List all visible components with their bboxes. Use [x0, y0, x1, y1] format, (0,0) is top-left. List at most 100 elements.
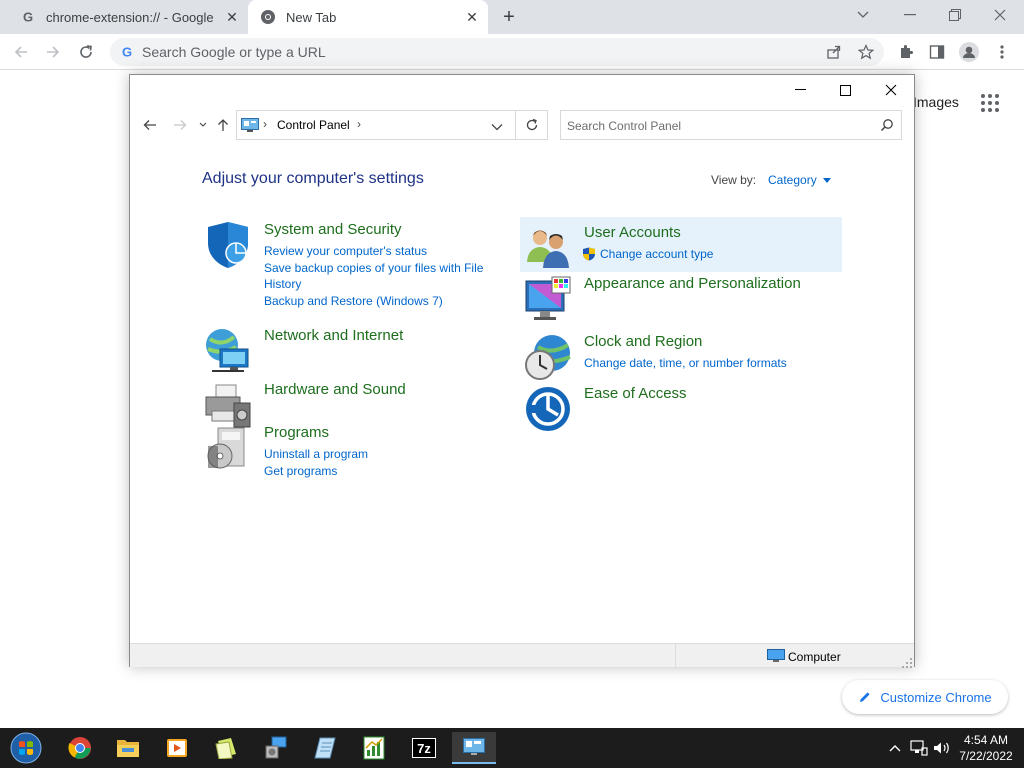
media-player-icon[interactable] [157, 732, 197, 764]
breadcrumb-control-panel[interactable]: Control Panel [277, 118, 350, 132]
maximize-icon[interactable] [823, 77, 867, 103]
images-link[interactable]: Images [913, 94, 959, 110]
close-window-icon[interactable] [986, 4, 1014, 26]
backup-restore-link[interactable]: Backup and Restore (Windows 7) [264, 293, 504, 309]
forward-arrow-icon[interactable] [42, 41, 64, 63]
address-dropdown-icon[interactable] [491, 118, 505, 132]
category-title[interactable]: Programs [264, 424, 329, 441]
refresh-icon[interactable] [515, 110, 548, 140]
back-arrow-icon[interactable] [10, 41, 32, 63]
reload-icon[interactable] [75, 41, 97, 63]
minimize-icon[interactable] [778, 77, 822, 103]
file-history-link[interactable]: Save backup copies of your files with Fi… [264, 260, 504, 292]
computer-icon [767, 649, 785, 663]
control-panel-tools-icon[interactable] [256, 732, 296, 764]
customize-label: Customize Chrome [880, 689, 992, 705]
get-programs-link[interactable]: Get programs [264, 463, 504, 479]
category-title[interactable]: User Accounts [584, 224, 681, 241]
bookmark-star-icon[interactable] [855, 41, 877, 63]
up-arrow-icon[interactable] [213, 115, 233, 135]
chrome-taskbar-icon[interactable] [60, 732, 100, 764]
google-icon: G [119, 44, 135, 60]
address-bar[interactable]: G [110, 38, 884, 66]
new-tab-button[interactable]: + [497, 5, 521, 29]
volume-icon[interactable] [933, 739, 951, 757]
status-location: Computer [788, 650, 841, 664]
review-status-link[interactable]: Review your computer's status [264, 243, 504, 259]
restore-icon[interactable] [941, 4, 969, 26]
uninstall-program-link[interactable]: Uninstall a program [264, 446, 504, 462]
taskbar: 7z 4:54 AM 7/22/2022 [0, 728, 1024, 768]
programs-disc-icon [204, 424, 252, 472]
window-caption-bar[interactable] [130, 75, 914, 105]
search-input[interactable] [567, 117, 867, 135]
google-apps-icon[interactable] [980, 93, 1000, 113]
breadcrumb-separator-icon: › [263, 117, 267, 131]
seven-zip-icon[interactable]: 7z [404, 732, 444, 764]
resize-grip-icon[interactable] [902, 655, 912, 668]
search-control-panel-box[interactable] [560, 110, 902, 140]
customize-chrome-button[interactable]: Customize Chrome [842, 680, 1008, 714]
network-icon[interactable] [910, 739, 928, 757]
back-arrow-icon[interactable] [140, 115, 160, 135]
pencil-icon [858, 690, 872, 704]
notepad-icon[interactable] [305, 732, 345, 764]
share-icon[interactable] [823, 41, 845, 63]
notepad-folder-icon[interactable] [207, 732, 247, 764]
chrome-favicon-icon [260, 9, 276, 25]
view-by-dropdown[interactable]: Category [768, 173, 831, 187]
close-tab-icon[interactable]: ✕ [224, 9, 240, 25]
appearance-monitor-icon [524, 275, 572, 323]
close-icon[interactable] [869, 77, 913, 103]
tab-search-icon[interactable] [849, 4, 877, 26]
control-panel-window: › Control Panel › Adjust your computer's… [129, 74, 915, 668]
profile-avatar-icon[interactable] [958, 41, 980, 63]
category-system-and-security: System and Security Review your computer… [204, 221, 504, 311]
clock-globe-icon [524, 333, 572, 381]
system-clock[interactable]: 4:54 AM 7/22/2022 [954, 732, 1018, 764]
status-bar: Computer [130, 643, 914, 668]
side-panel-icon[interactable] [926, 41, 948, 63]
seven-zip-label: 7z [417, 741, 431, 756]
category-title[interactable]: System and Security [264, 221, 402, 238]
category-network-and-internet: Network and Internet [204, 327, 504, 375]
search-icon[interactable] [880, 118, 894, 132]
show-hidden-icons-chevron-icon[interactable] [886, 739, 904, 757]
printer-icon [204, 381, 252, 429]
clock-time: 4:54 AM [963, 733, 1009, 747]
tab-strip: G chrome-extension:// - Google Se ✕ New … [0, 0, 1024, 34]
category-title[interactable]: Clock and Region [584, 333, 702, 350]
category-title[interactable]: Appearance and Personalization [584, 275, 801, 292]
breadcrumb-chevron-icon[interactable]: › [357, 117, 361, 131]
close-tab-icon[interactable]: ✕ [464, 9, 480, 25]
dropdown-triangle-icon [822, 177, 831, 183]
google-favicon-icon: G [20, 9, 36, 25]
recent-locations-chevron-icon[interactable] [193, 115, 213, 135]
forward-arrow-icon[interactable] [170, 115, 190, 135]
category-programs: Programs Uninstall a program Get program… [204, 424, 504, 484]
minimize-icon[interactable] [896, 4, 924, 26]
user-accounts-icon [524, 224, 572, 272]
tab-title: New Tab [286, 9, 337, 25]
control-panel-taskbar-icon[interactable] [452, 732, 496, 764]
change-date-time-link[interactable]: Change date, time, or number formats [584, 355, 824, 371]
tab-new-tab[interactable]: New Tab ✕ [248, 0, 488, 34]
category-title[interactable]: Hardware and Sound [264, 381, 406, 398]
spreadsheet-chart-icon[interactable] [354, 732, 394, 764]
category-title[interactable]: Network and Internet [264, 327, 403, 344]
address-bar[interactable]: › Control Panel › [236, 110, 548, 140]
control-panel-icon [241, 118, 259, 132]
change-account-type-link[interactable]: Change account type [582, 246, 822, 262]
browser-toolbar: G [0, 34, 1024, 70]
file-explorer-icon[interactable] [108, 732, 148, 764]
start-button[interactable] [4, 732, 48, 764]
category-user-accounts: User Accounts Change account type [524, 224, 834, 272]
tab-extension[interactable]: G chrome-extension:// - Google Se ✕ [8, 0, 248, 34]
ease-of-access-icon [524, 385, 572, 433]
chrome-menu-icon[interactable] [991, 41, 1013, 63]
category-title[interactable]: Ease of Access [584, 385, 687, 402]
page-title: Adjust your computer's settings [202, 170, 424, 187]
status-divider [675, 644, 676, 668]
omnibox-input[interactable] [142, 42, 762, 62]
extensions-puzzle-icon[interactable] [895, 41, 917, 63]
